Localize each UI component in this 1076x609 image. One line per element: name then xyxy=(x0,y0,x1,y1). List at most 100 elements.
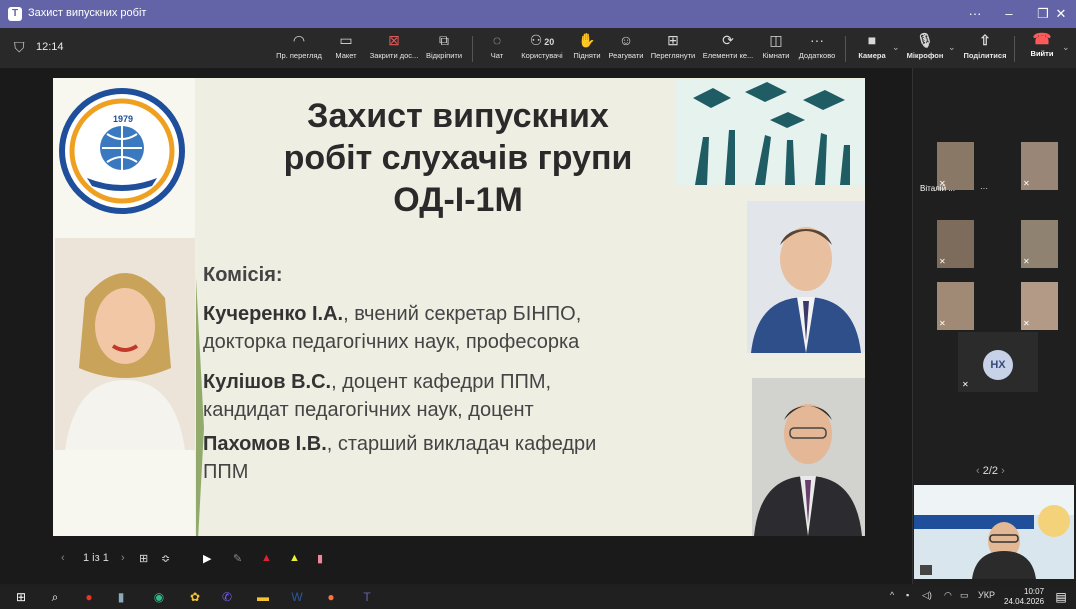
battery-icon[interactable]: ▭ xyxy=(960,590,969,601)
close-button[interactable]: ✕ xyxy=(1044,0,1076,28)
muted-mic-icon: ✕ xyxy=(1023,257,1030,266)
raise-hand-button[interactable]: ✋ Підняти xyxy=(572,31,602,60)
eye-icon: ◠ xyxy=(292,32,306,48)
network-icon[interactable]: ◠ xyxy=(944,590,952,601)
slide-title-line-2: робіт слухачів групи xyxy=(283,139,633,177)
tray-app-icon[interactable]: ▪ xyxy=(906,590,909,600)
opera-icon[interactable]: ● xyxy=(80,589,98,606)
toolbar-divider xyxy=(845,36,846,62)
rooms-icon: ◫ xyxy=(769,32,783,48)
leave-button[interactable]: ☎ Вийти xyxy=(1018,31,1066,58)
commission-heading: Комісія: xyxy=(203,264,283,286)
teams-app-icon: T xyxy=(8,7,22,21)
more-icon: ··· xyxy=(810,32,824,48)
folder-icon[interactable]: ▬ xyxy=(254,589,272,606)
paint-icon[interactable]: ✿ xyxy=(186,589,204,606)
muted-mic-icon: ✕ xyxy=(1023,319,1030,328)
previous-slide-icon[interactable]: ‹ xyxy=(61,552,65,564)
share-icon: ⇧ xyxy=(979,32,991,48)
windows-taskbar: ⊞ ⌕ ● ▮ ◉ ✿ ✆ ▬ W ● T ^ ▪ ◁) ◠ ▭ УКР 10:… xyxy=(0,586,1076,609)
muted-mic-icon: ✕ xyxy=(939,319,946,328)
participant-tile[interactable]: ✕ xyxy=(1021,220,1058,268)
participant-tile[interactable]: ✕ xyxy=(937,282,974,330)
taskbar-clock[interactable]: 10:07 24.04.2026 xyxy=(1004,587,1044,607)
chat-button[interactable]: ◌ Чат xyxy=(486,31,508,60)
meeting-timer: 12:14 xyxy=(36,41,64,53)
presentation-slide: 1979 Захист випускних робіт слухачів гру… xyxy=(53,78,865,536)
page-indicator: 2/2 xyxy=(982,465,999,477)
windows-start-icon[interactable]: ⊞ xyxy=(12,589,30,606)
apps-button[interactable]: ⟳ Елементи ке... xyxy=(702,31,754,60)
preview-button[interactable]: ◠ Пр. перегляд xyxy=(276,31,322,60)
participant-name-tag: Віталій ... xyxy=(920,184,955,193)
file-icon[interactable]: ▮ xyxy=(112,589,130,606)
microphone-button[interactable]: 🎙 Мікрофон xyxy=(904,31,946,60)
language-indicator[interactable]: УКР xyxy=(978,590,995,600)
muted-mic-icon: ✕ xyxy=(962,380,969,389)
layout-icon: ▭ xyxy=(339,32,353,48)
pen-icon[interactable]: ✎ xyxy=(233,552,242,565)
institute-logo: 1979 xyxy=(59,88,185,214)
chevron-down-icon[interactable]: ⌄ xyxy=(1062,42,1070,53)
unpin-icon: ⧉ xyxy=(439,32,449,48)
unpin-button[interactable]: ⧉ Відкріпити xyxy=(424,31,464,60)
title-bar: T Захист випускних робіт ··· – ❐ ✕ xyxy=(0,0,1076,28)
self-view-video[interactable] xyxy=(914,485,1074,579)
volume-icon[interactable]: ◁) xyxy=(922,590,932,601)
firefox-icon[interactable]: ● xyxy=(322,589,340,606)
more-button[interactable]: ··· Додатково xyxy=(796,31,838,60)
tray-chevron-icon[interactable]: ^ xyxy=(890,590,894,600)
minimize-button[interactable]: – xyxy=(992,0,1026,28)
next-page-icon[interactable]: › xyxy=(1001,465,1005,477)
participant-tile[interactable]: ✕ xyxy=(1021,282,1058,330)
microphone-icon: 🎙 xyxy=(916,32,934,48)
grid-view-icon[interactable]: ⊞ xyxy=(139,552,148,565)
view-icon: ⊞ xyxy=(667,32,679,48)
slide-controls: ‹ 1 із 1 › ⊞ ≎ ▶ ✎ ▲ ▲ ▮ xyxy=(53,546,353,574)
member-name: Пахомов І.В. xyxy=(203,433,327,455)
commission-member-photo-1 xyxy=(55,238,195,450)
camera-icon: ■ xyxy=(867,32,877,48)
chrome-icon[interactable]: ◉ xyxy=(150,589,168,606)
highlighter-icon[interactable]: ▲ xyxy=(289,552,300,564)
member-name: Кулішов В.С. xyxy=(203,371,332,393)
word-icon[interactable]: W xyxy=(288,589,306,606)
camera-button[interactable]: ■ Камера xyxy=(854,31,890,60)
participant-more-icon[interactable]: ··· xyxy=(980,184,988,193)
settings-sliders-icon[interactable]: ≎ xyxy=(161,552,170,565)
chevron-down-icon[interactable]: ⌄ xyxy=(892,42,900,53)
layout-button[interactable]: ▭ Макет xyxy=(332,31,360,60)
eraser-icon[interactable]: ▮ xyxy=(317,552,323,565)
next-slide-icon[interactable]: › xyxy=(121,552,125,564)
member-name: Кучеренко І.А. xyxy=(203,303,344,325)
commission-member-photo-2 xyxy=(747,201,865,353)
search-icon[interactable]: ⌕ xyxy=(46,589,64,606)
commission-member-photo-3 xyxy=(752,378,865,536)
graduation-illustration xyxy=(675,80,865,185)
stop-sharing-button[interactable]: ⊠ Закрити дос... xyxy=(368,31,420,60)
window-more-button[interactable]: ··· xyxy=(958,0,992,28)
previous-page-icon[interactable]: ‹ xyxy=(976,465,983,477)
raise-hand-icon: ✋ xyxy=(578,32,596,48)
teams-taskbar-icon[interactable]: T xyxy=(358,589,376,606)
view-button[interactable]: ⊞ Переглянути xyxy=(648,31,698,60)
shield-icon: ⛉ xyxy=(14,39,25,55)
participant-tile[interactable]: ✕ xyxy=(937,142,974,190)
chevron-down-icon[interactable]: ⌄ xyxy=(948,42,956,53)
share-button[interactable]: ⇧ Поділитися xyxy=(962,31,1008,60)
commission-member-3: Пахомов І.В., старший викладач кафедри П… xyxy=(203,433,597,483)
red-pen-icon[interactable]: ▲ xyxy=(261,552,272,564)
toolbar-divider xyxy=(1014,36,1015,62)
react-icon: ☺ xyxy=(618,32,634,48)
pointer-icon[interactable]: ▶ xyxy=(203,552,211,565)
hang-up-icon: ☎ xyxy=(1032,31,1052,48)
react-button[interactable]: ☺ Реагувати xyxy=(608,31,644,60)
participant-tile[interactable]: ✕ xyxy=(1021,142,1058,190)
rooms-button[interactable]: ◫ Кімнати xyxy=(760,31,792,60)
chat-icon: ◌ xyxy=(492,32,502,48)
avatar: НХ xyxy=(983,350,1013,380)
notifications-icon[interactable]: ▤ xyxy=(1052,589,1070,606)
people-button[interactable]: ⚇ 20 Користувачі xyxy=(518,31,566,60)
participant-tile[interactable]: ✕ xyxy=(937,220,974,268)
viber-icon[interactable]: ✆ xyxy=(218,589,236,606)
